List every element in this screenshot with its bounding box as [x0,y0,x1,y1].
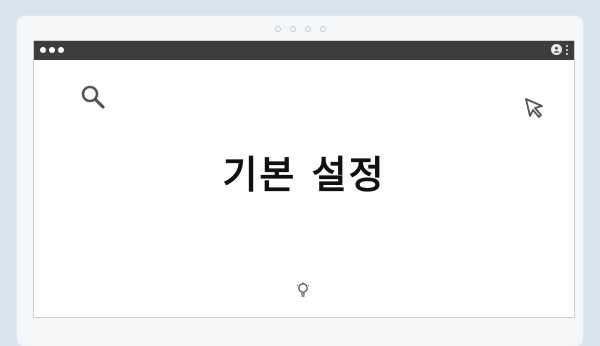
window-control-close[interactable] [40,47,46,53]
browser-window: 기본 설정 [33,40,575,318]
account-icon[interactable] [551,44,562,55]
device-indicator-dots [17,26,583,32]
page-title: 기본 설정 [222,153,386,197]
search-icon [80,84,106,114]
titlebar-actions [551,44,568,55]
browser-titlebar [34,41,574,60]
more-vertical-icon[interactable] [566,44,568,55]
indicator-dot [274,26,281,32]
device-frame: 기본 설정 [17,16,583,346]
lightbulb-icon [296,282,310,302]
browser-content: 기본 설정 [34,60,574,317]
indicator-dot [289,26,296,32]
window-control-maximize[interactable] [58,47,64,53]
indicator-dot [304,26,311,32]
window-controls [40,47,64,53]
indicator-dot [319,26,326,32]
cursor-arrow-icon [524,97,546,123]
window-control-minimize[interactable] [49,47,55,53]
